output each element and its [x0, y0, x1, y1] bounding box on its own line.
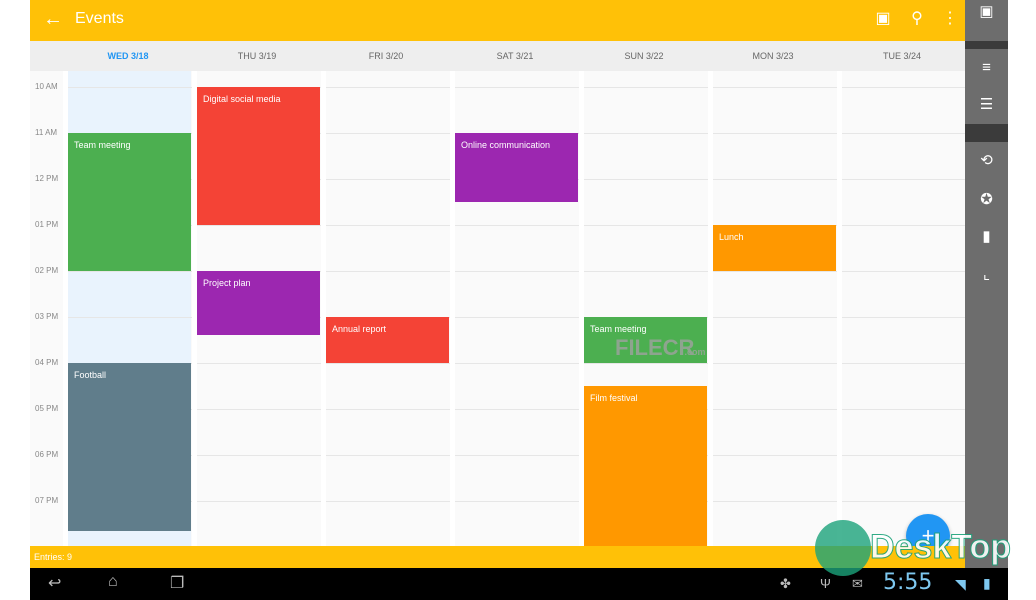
- hour-gridline: [68, 409, 965, 410]
- calendar-today-icon[interactable]: ▣: [872, 8, 894, 30]
- event-title: Team meeting: [590, 324, 647, 334]
- side-divider: [965, 124, 1008, 142]
- home-icon[interactable]: ⌂: [108, 573, 118, 591]
- back-icon[interactable]: ↩: [48, 573, 61, 593]
- today-icon[interactable]: ▣: [965, 0, 1008, 28]
- star-icon[interactable]: ✪: [965, 184, 1008, 216]
- column-separator: [708, 71, 713, 546]
- hour-gridline: [68, 455, 965, 456]
- day-header: WED 3/18 THU 3/19 FRI 3/20 SAT 3/21 SUN 3/22…: [30, 41, 965, 71]
- arrow-left-icon[interactable]: ←: [42, 8, 64, 30]
- hour-gridline: [68, 501, 965, 502]
- sort-icon[interactable]: ≡: [965, 52, 1008, 84]
- event-title: Online communication: [461, 140, 551, 150]
- event-block[interactable]: Team meeting: [68, 133, 191, 271]
- event-title: Football: [74, 370, 107, 380]
- wifi-icon: ◥: [955, 576, 966, 592]
- app-bar: ← Events ▣ ⚲ ⋮: [30, 0, 965, 41]
- search-icon[interactable]: ⚲: [906, 8, 928, 30]
- event-title: Annual report: [332, 324, 387, 334]
- event-block[interactable]: Project plan: [197, 271, 320, 336]
- event-block[interactable]: Lunch: [713, 225, 836, 271]
- more-vert-icon[interactable]: ⋮: [939, 8, 961, 30]
- usb-icon: Ψ: [820, 576, 831, 591]
- chart-icon[interactable]: ⌞: [965, 259, 1008, 291]
- side-divider: [965, 41, 1008, 49]
- day-header-6[interactable]: TUE 3/24: [842, 51, 962, 61]
- hour-gridline: [68, 363, 965, 364]
- delete-icon[interactable]: ▮: [965, 221, 1008, 253]
- status-clock: 5:55: [883, 570, 933, 595]
- column-separator: [837, 71, 842, 546]
- event-block[interactable]: Online communication: [455, 133, 578, 202]
- event-title: Team meeting: [74, 140, 131, 150]
- day-header-5[interactable]: MON 3/23: [713, 51, 833, 61]
- event-title: Film festival: [590, 393, 638, 403]
- day-header-1[interactable]: THU 3/19: [197, 51, 317, 61]
- event-title: Digital social media: [203, 94, 281, 104]
- event-block[interactable]: Annual report: [326, 317, 449, 363]
- android-icon: ✤: [780, 576, 791, 591]
- system-nav-bar: ↩ ⌂ ❐ ✤ Ψ ✉ 5:55 ◥ ▮: [30, 568, 1008, 600]
- event-title: Project plan: [203, 278, 251, 288]
- day-header-2[interactable]: FRI 3/20: [326, 51, 446, 61]
- day-header-3[interactable]: SAT 3/21: [455, 51, 575, 61]
- recents-icon[interactable]: ❐: [170, 573, 184, 593]
- event-block[interactable]: Digital social media: [197, 87, 320, 225]
- event-block[interactable]: Film festival: [584, 386, 707, 546]
- battery-icon: ▮: [983, 575, 991, 591]
- day-header-0[interactable]: WED 3/18: [68, 51, 188, 61]
- calendar-grid[interactable]: 10 AM 11 AM 12 PM 01 PM 02 PM 03 PM 04 PM 05 PM…: [30, 71, 965, 546]
- page-title: Events: [75, 10, 124, 27]
- filter-icon[interactable]: ☰: [965, 89, 1008, 121]
- side-action-bar: ▣ ≡ ☰ ⟲ ✪ ▮ ⌞: [965, 0, 1008, 568]
- entries-count: Entries: 9: [34, 552, 73, 562]
- desktop-logo: [815, 520, 871, 576]
- day-header-4[interactable]: SUN 3/22: [584, 51, 704, 61]
- filecr-watermark: FILECR.com: [615, 335, 706, 360]
- desktop-watermark: DeskTop: [869, 528, 1012, 567]
- event-block[interactable]: Football: [68, 363, 191, 531]
- column-separator: [321, 71, 326, 546]
- app-screen: ← Events ▣ ⚲ ⋮ WED 3/18 THU 3/19 FRI 3/20 S…: [30, 0, 1008, 600]
- event-title: Lunch: [719, 232, 744, 242]
- history-icon[interactable]: ⟲: [965, 145, 1008, 177]
- gmail-icon: ✉: [852, 576, 863, 591]
